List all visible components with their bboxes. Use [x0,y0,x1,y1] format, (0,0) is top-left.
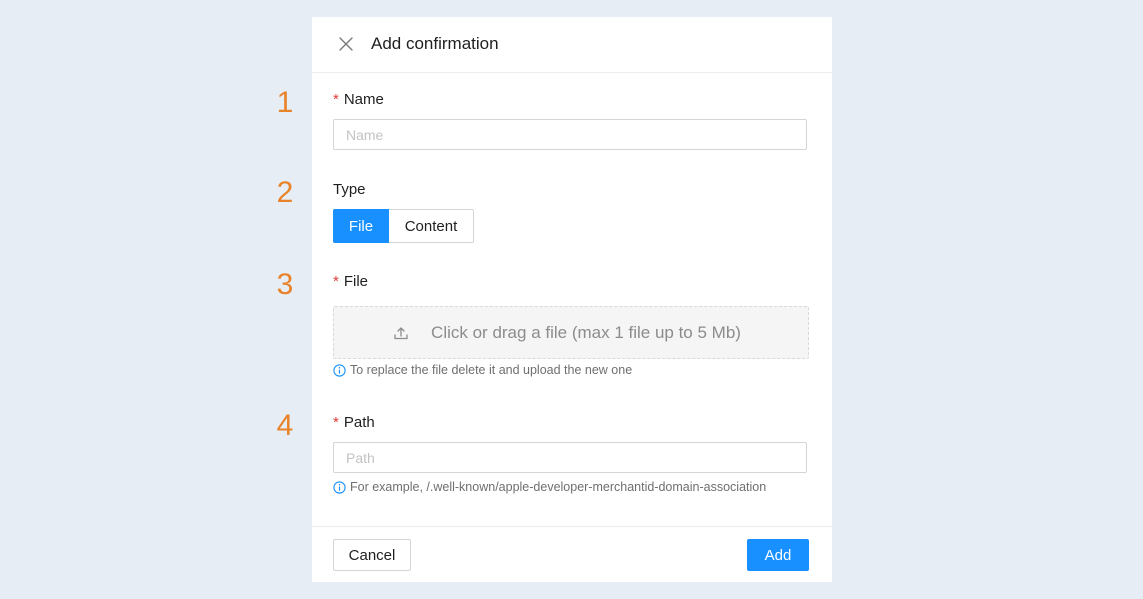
upload-icon [393,325,409,341]
path-hint: For example, /.well-known/apple-develope… [333,480,766,494]
dialog-header: Add confirmation [312,17,832,73]
step-number-4: 4 [276,409,294,442]
info-icon [333,363,346,377]
file-label-text: File [343,273,369,290]
type-option-content[interactable]: Content [389,209,474,243]
name-label-text: Name [343,91,384,108]
step-number-1: 1 [276,86,294,119]
add-button[interactable]: Add [747,539,809,571]
path-hint-text: For example, /.well-known/apple-develope… [350,480,767,494]
file-upload-dropzone[interactable]: Click or drag a file (max 1 file up to 5… [333,306,809,359]
upload-text: Click or drag a file (max 1 file up to 5… [431,322,741,342]
add-confirmation-dialog: Add confirmation *Name Type File Content… [312,17,832,582]
path-label: * Path [333,414,375,431]
type-label: Type [333,181,366,198]
name-input[interactable] [333,119,807,150]
file-hint-text: To replace the file delete it and upload… [350,363,633,377]
required-mark: * [333,273,339,290]
type-option-file[interactable]: File [333,209,389,243]
required-mark: * [333,414,339,431]
path-input[interactable] [333,442,807,473]
file-label: * File [333,273,368,290]
step-number-3: 3 [276,268,294,301]
name-label: * Name [333,91,384,108]
info-icon [333,480,346,494]
dialog-title: Add confirmation [371,34,499,53]
dialog-footer: Cancel Add [312,526,832,583]
file-hint: To replace the file delete it and upload… [333,363,632,377]
cancel-button[interactable]: Cancel [333,539,411,571]
close-icon[interactable] [338,36,354,52]
type-toggle-group: File Content [333,209,474,243]
path-label-text: Path [343,414,375,431]
step-number-2: 2 [276,176,294,209]
required-mark: * [333,91,339,108]
